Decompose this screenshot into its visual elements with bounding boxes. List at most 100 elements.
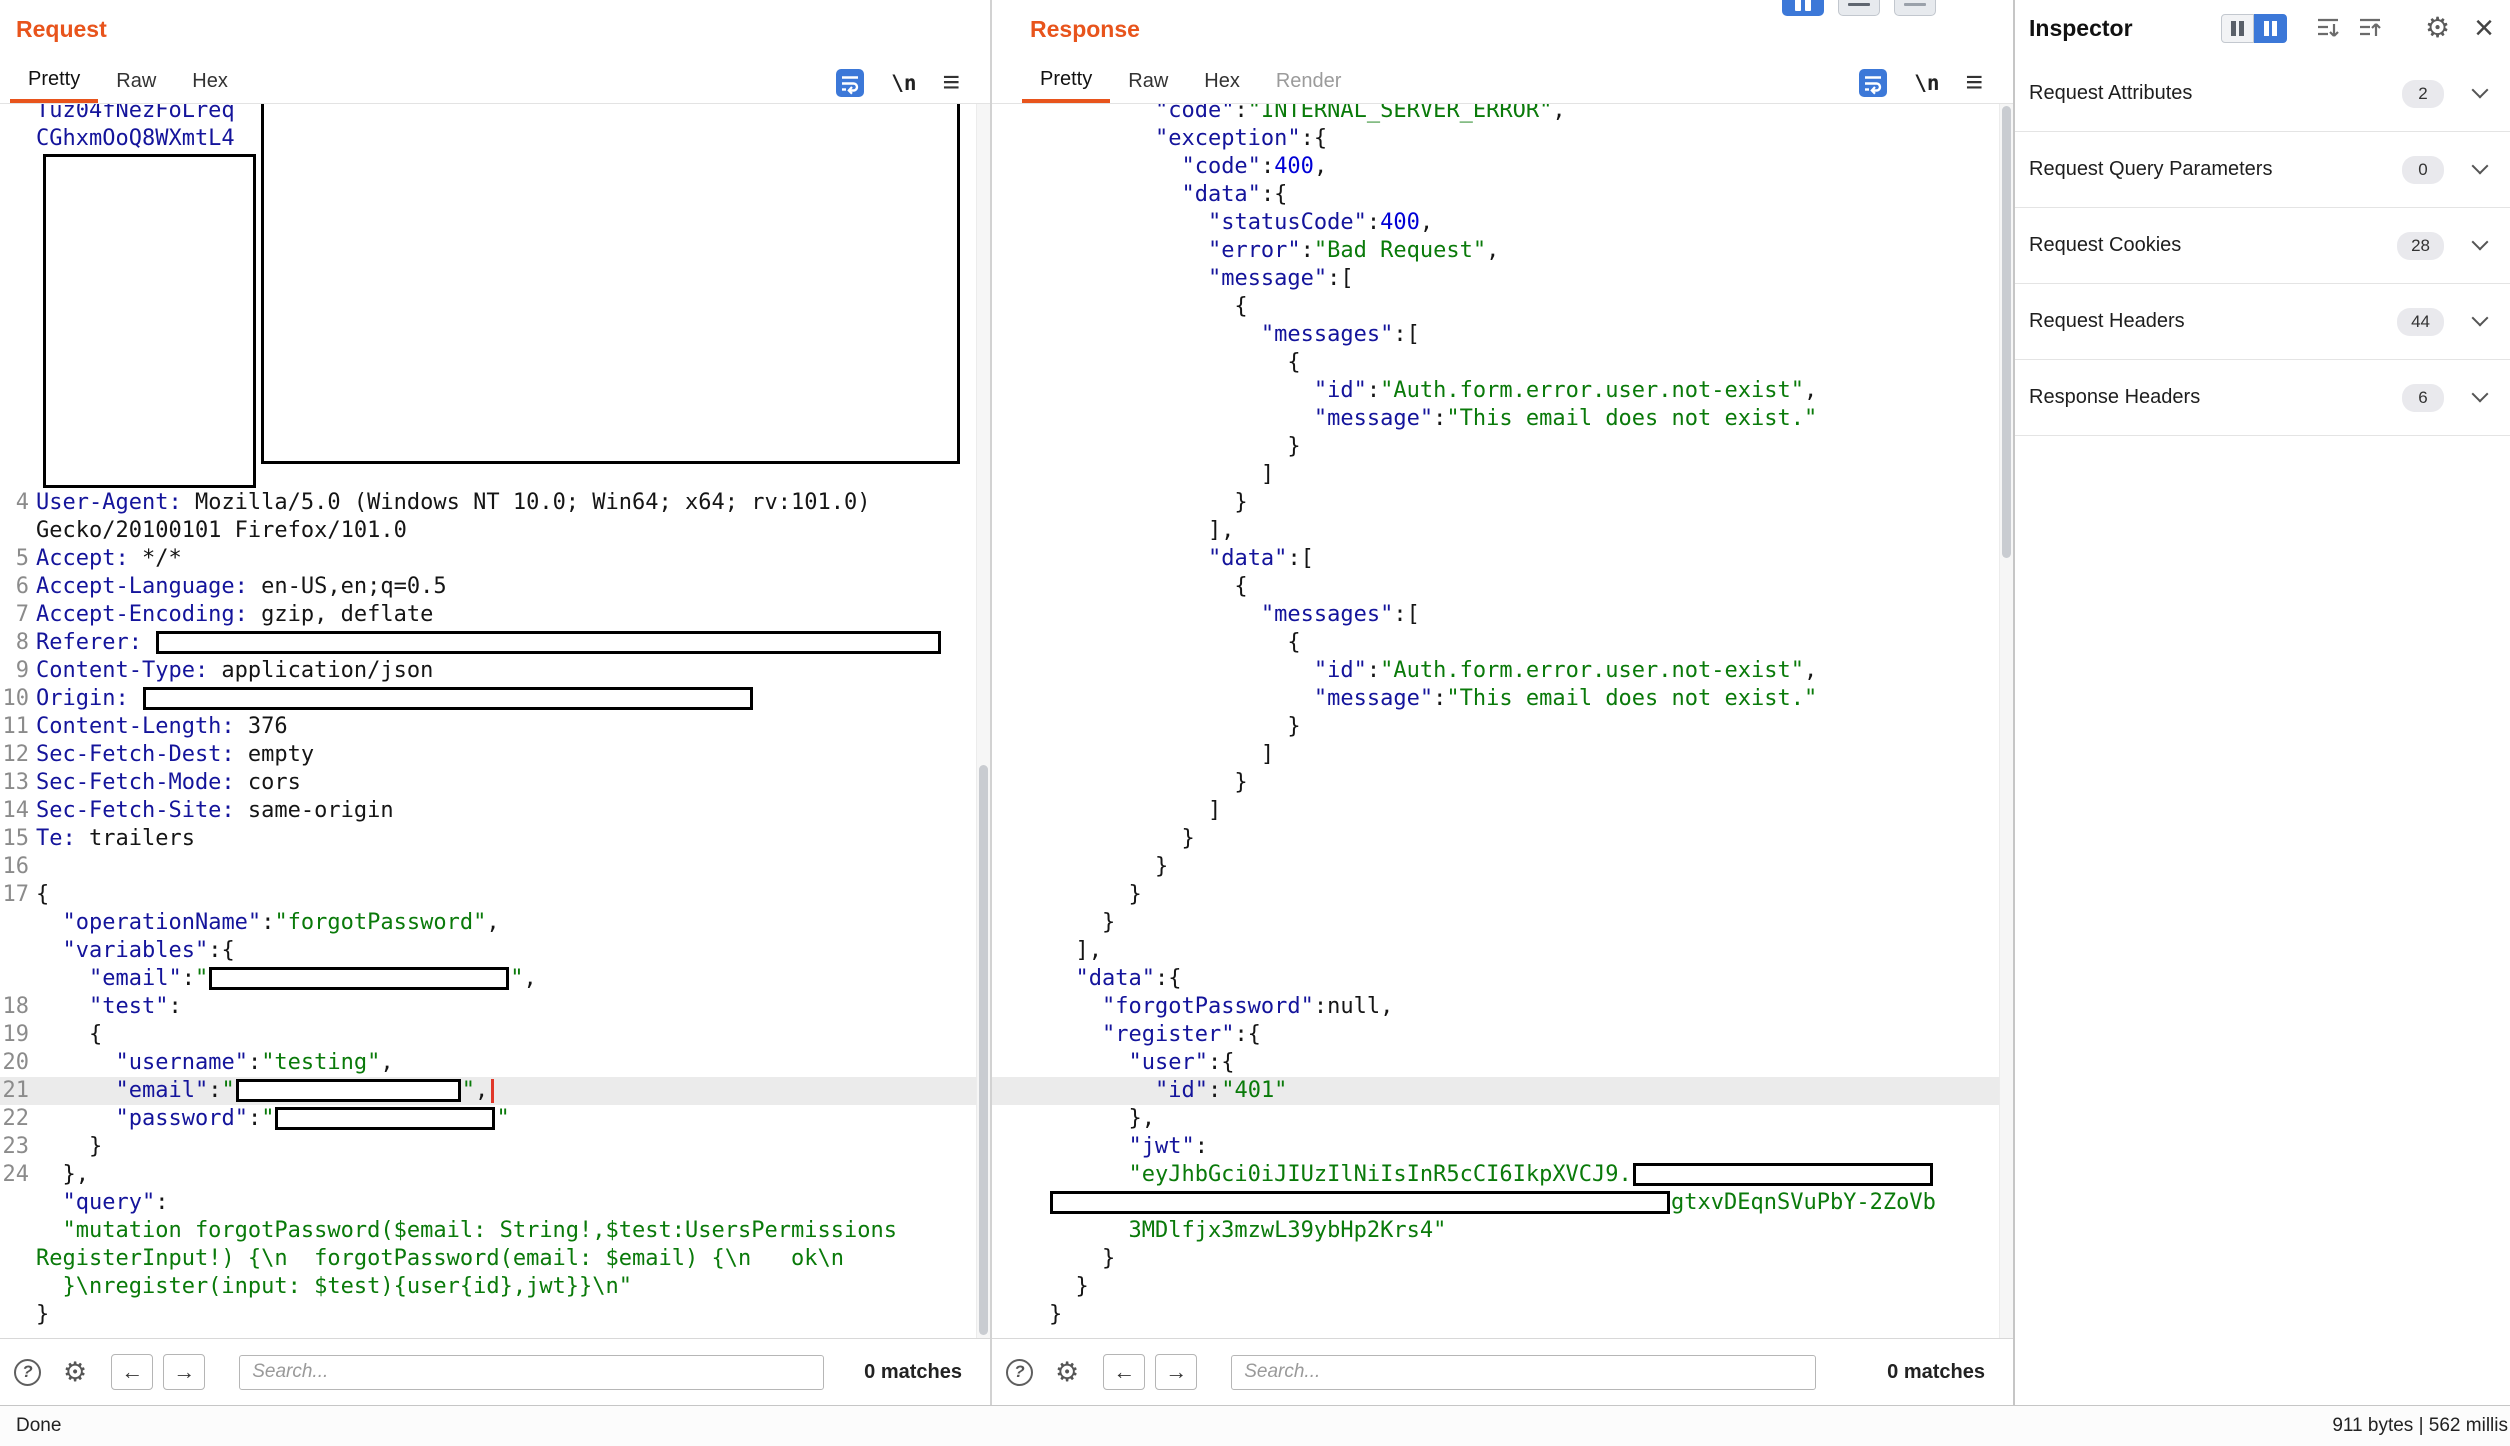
code-line: } [0, 1301, 976, 1329]
expand-all-icon[interactable] [2357, 15, 2383, 41]
search-next-button[interactable]: → [163, 1354, 205, 1390]
code-token: } [1049, 854, 1168, 879]
code-token [1049, 1078, 1155, 1103]
tab-hex[interactable]: Hex [174, 62, 246, 103]
tab-pretty[interactable]: Pretty [1022, 62, 1110, 103]
newline-visibility-icon[interactable]: \n [891, 71, 916, 95]
code-token: , [1420, 210, 1433, 235]
search-input[interactable] [239, 1355, 824, 1390]
inspector-header: Inspector ⚙ × [2015, 0, 2510, 56]
code-token: "401" [1221, 1078, 1287, 1103]
search-prev-button[interactable]: ← [1103, 1354, 1145, 1390]
code-token: : [208, 1078, 221, 1103]
code-token: "forgotPassword" [274, 910, 486, 935]
close-icon[interactable]: × [2474, 11, 2494, 45]
inspector-section-response-headers[interactable]: Response Headers6 [2015, 360, 2510, 436]
code-token: Sec-Fetch-Mode: [36, 770, 235, 795]
code-token: Referer: [36, 630, 142, 655]
inspector-title: Inspector [2029, 15, 2133, 42]
code-line: 20 "username":"testing", [0, 1049, 976, 1077]
tab-hex[interactable]: Hex [1186, 62, 1258, 103]
line-number [0, 965, 36, 993]
newline-visibility-icon[interactable]: \n [1914, 71, 1939, 95]
search-prev-button[interactable]: ← [111, 1354, 153, 1390]
response-scrollbar[interactable] [1999, 104, 2013, 1338]
settings-gear-icon[interactable]: ⚙ [2425, 14, 2450, 42]
word-wrap-icon[interactable] [1858, 68, 1888, 98]
scrollbar-thumb[interactable] [2002, 106, 2011, 558]
line-number [0, 461, 36, 489]
code-token: "exception" [1155, 126, 1301, 151]
response-tab-icons: \n ≡ [1858, 62, 2013, 103]
hamburger-menu-icon[interactable]: ≡ [1965, 68, 1983, 98]
line-number [0, 1189, 36, 1217]
rows-layout-button[interactable] [1838, 0, 1880, 16]
scrollbar-thumb[interactable] [979, 765, 988, 1335]
hamburger-menu-icon[interactable]: ≡ [942, 68, 960, 98]
code-token: en-US,en;q=0.5 [248, 574, 447, 599]
code-line: gtxvDEqnSVuPbY-2ZoVb [992, 1189, 1999, 1217]
code-token: "This email does not exist." [1446, 406, 1817, 431]
code-line: 13Sec-Fetch-Mode: cors [0, 769, 976, 797]
redaction-box [43, 154, 256, 488]
line-number [0, 1245, 36, 1273]
code-token: same-origin [235, 798, 394, 823]
code-token: "message" [1208, 266, 1327, 291]
help-glyph: ? [22, 1362, 32, 1382]
line-number [0, 153, 36, 181]
word-wrap-icon[interactable] [835, 68, 865, 98]
code-token: "username" [115, 1050, 247, 1075]
chevron-down-icon [2472, 309, 2489, 326]
docked-view-icon[interactable] [2221, 14, 2254, 43]
collapse-all-icon[interactable] [2315, 15, 2341, 41]
line-number [0, 349, 36, 377]
expanded-view-icon[interactable] [2254, 14, 2287, 43]
code-token: "data" [1208, 546, 1287, 571]
tab-raw[interactable]: Raw [98, 62, 174, 103]
request-code: Tuz04fNezFoLreqCGhxmOoQ8WXmtL44User-Agen… [0, 104, 976, 1329]
code-token: 400 [1274, 154, 1314, 179]
redaction-box [236, 1079, 461, 1102]
code-token [1049, 1022, 1102, 1047]
line-number: 16 [0, 853, 36, 881]
single-layout-button[interactable] [1894, 0, 1936, 16]
request-editor[interactable]: Tuz04fNezFoLreqCGhxmOoQ8WXmtL44User-Agen… [0, 104, 990, 1338]
code-token: "code" [1155, 104, 1234, 123]
code-token: "query" [63, 1190, 156, 1215]
gear-icon[interactable]: ⚙ [63, 1359, 87, 1386]
code-token [129, 686, 142, 711]
help-icon[interactable]: ? [14, 1359, 41, 1386]
request-scrollbar[interactable] [976, 104, 990, 1338]
line-number: 12 [0, 741, 36, 769]
code-token: : [1301, 238, 1314, 263]
inspector-section-request-headers[interactable]: Request Headers44 [2015, 284, 2510, 360]
line-number [0, 104, 36, 125]
tab-pretty[interactable]: Pretty [10, 62, 98, 103]
code-line: "id":"Auth.form.error.user.not-exist", [992, 657, 1999, 685]
code-token: { [1049, 574, 1248, 599]
search-input[interactable] [1231, 1355, 1816, 1390]
section-label: Request Attributes [2029, 82, 2192, 105]
response-viewer[interactable]: "code":"INTERNAL_SERVER_ERROR", "excepti… [992, 104, 2013, 1338]
code-token: : [248, 1050, 261, 1075]
burp-repeater-window: Request PrettyRawHex \n ≡ [0, 0, 2510, 1446]
inspector-section-request-cookies[interactable]: Request Cookies28 [2015, 208, 2510, 284]
inspector-section-request-attributes[interactable]: Request Attributes2 [2015, 56, 2510, 132]
code-line: "forgotPassword":null, [992, 993, 1999, 1021]
tab-raw[interactable]: Raw [1110, 62, 1186, 103]
code-token: : [182, 966, 195, 991]
code-token: User-Agent: [36, 490, 182, 515]
line-number: 13 [0, 769, 36, 797]
help-icon[interactable]: ? [1006, 1359, 1033, 1386]
code-token: ] [1049, 462, 1274, 487]
code-token [36, 966, 89, 991]
inspector-section-request-query-parameters[interactable]: Request Query Parameters0 [2015, 132, 2510, 208]
columns-layout-button[interactable] [1782, 0, 1824, 16]
code-token: "register" [1102, 1022, 1234, 1047]
search-next-button[interactable]: → [1155, 1354, 1197, 1390]
code-token: : [168, 994, 181, 1019]
code-token: { [1049, 350, 1301, 375]
code-token: "user" [1128, 1050, 1207, 1075]
gear-icon[interactable]: ⚙ [1055, 1359, 1079, 1386]
tab-render[interactable]: Render [1258, 62, 1360, 103]
